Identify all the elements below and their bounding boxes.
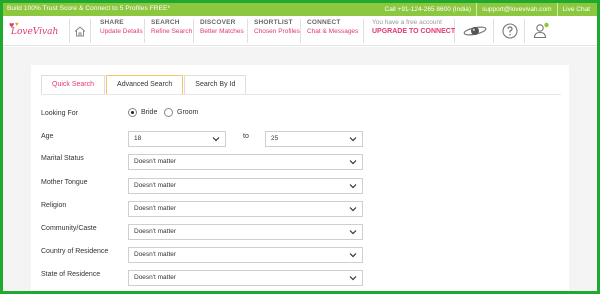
nav-discover[interactable]: DISCOVER Better Matches: [195, 19, 248, 43]
chevron-down-icon: [349, 184, 357, 189]
tab-search-by-id[interactable]: Search By Id: [184, 75, 247, 95]
nav-shortlist[interactable]: SHORTLIST Chosen Profiles: [249, 19, 301, 43]
age-to-select[interactable]: 25: [265, 131, 363, 147]
radio-groom-dot[interactable]: [164, 108, 173, 117]
help-button[interactable]: [495, 19, 525, 43]
religion-label: Religion: [41, 202, 67, 209]
state-residence-label: State of Residence: [41, 271, 101, 278]
country-residence-value: Doesn't matter: [134, 251, 177, 258]
country-residence-select[interactable]: Doesn't matter: [128, 247, 363, 263]
upgrade-label: UPGRADE TO CONNECT: [372, 28, 456, 35]
state-residence-value: Doesn't matter: [134, 274, 177, 281]
planet-button[interactable]: [456, 19, 494, 43]
nav-discover-title: DISCOVER: [200, 19, 236, 26]
phone-link[interactable]: Call +91-124-265 8600 (India): [380, 3, 477, 16]
nav-search-title: SEARCH: [151, 19, 180, 26]
age-from-value: 18: [134, 135, 142, 142]
nav-connect[interactable]: CONNECT Chat & Messages: [302, 19, 364, 43]
age-from-select[interactable]: 18: [128, 131, 226, 147]
looking-for-group: Bride Groom: [128, 108, 228, 120]
live-chat-link[interactable]: Live Chat: [556, 3, 595, 16]
religion-value: Doesn't matter: [134, 205, 177, 212]
chevron-down-icon: [349, 137, 357, 142]
site-logo[interactable]: ♥ ♥ LoveVivah: [7, 20, 61, 42]
radio-groom[interactable]: Groom: [164, 108, 198, 117]
community-caste-select[interactable]: Doesn't matter: [128, 224, 363, 240]
app-frame: Build 100% Trust Score & Connect to 5 Pr…: [0, 0, 600, 294]
nav-search-sub: Refine Search: [151, 28, 193, 35]
profile-button[interactable]: [526, 19, 556, 43]
radio-bride[interactable]: Bride: [128, 108, 157, 117]
nav-search[interactable]: SEARCH Refine Search: [146, 19, 194, 43]
radio-bride-label: Bride: [141, 109, 158, 116]
online-status-dot: [544, 22, 549, 28]
community-caste-value: Doesn't matter: [134, 228, 177, 235]
marital-status-value: Doesn't matter: [134, 158, 177, 165]
tab-advanced-search[interactable]: Advanced Search: [106, 75, 184, 95]
radio-bride-dot[interactable]: [128, 108, 137, 117]
top-contacts: Call +91-124-265 8600 (India) support@lo…: [380, 3, 595, 16]
nav-share[interactable]: SHARE Update Details: [95, 19, 145, 43]
main-header: ♥ ♥ LoveVivah SHARE Update Details SEARC…: [3, 16, 597, 46]
looking-for-label: Looking For: [41, 110, 78, 117]
home-icon: [74, 25, 86, 36]
religion-select[interactable]: Doesn't matter: [128, 201, 363, 217]
mother-tongue-label: Mother Tongue: [41, 179, 88, 186]
chevron-down-icon: [349, 253, 357, 258]
age-to-label: to: [243, 133, 249, 140]
content-area: Quick Search Advanced Search Search By I…: [3, 47, 597, 291]
chevron-down-icon: [349, 160, 357, 165]
planet-icon: [463, 26, 486, 36]
state-residence-select[interactable]: Doesn't matter: [128, 270, 363, 286]
marital-status-select[interactable]: Doesn't matter: [128, 154, 363, 170]
tab-quick-search[interactable]: Quick Search: [41, 75, 106, 95]
home-button[interactable]: [69, 19, 91, 43]
community-caste-label: Community/Caste: [41, 225, 97, 232]
promo-text[interactable]: Build 100% Trust Score & Connect to 5 Pr…: [7, 5, 170, 12]
chevron-down-icon: [349, 230, 357, 235]
mother-tongue-value: Doesn't matter: [134, 182, 177, 189]
nav-shortlist-sub: Chosen Profiles: [254, 28, 300, 35]
mother-tongue-select[interactable]: Doesn't matter: [128, 178, 363, 194]
nav-shortlist-title: SHORTLIST: [254, 19, 293, 26]
nav-connect-sub: Chat & Messages: [307, 28, 359, 35]
radio-groom-label: Groom: [177, 109, 199, 116]
search-tabs: Quick Search Advanced Search Search By I…: [41, 75, 247, 95]
help-icon: [501, 23, 518, 39]
age-to-value: 25: [271, 135, 279, 142]
age-label: Age: [41, 133, 54, 140]
tab-divider: [41, 94, 561, 95]
nav-discover-sub: Better Matches: [200, 28, 244, 35]
account-status: You have a free account: [372, 19, 442, 26]
search-panel: Quick Search Advanced Search Search By I…: [31, 65, 569, 291]
nav-share-title: SHARE: [100, 19, 124, 26]
marital-status-label: Marital Status: [41, 155, 84, 162]
country-residence-label: Country of Residence: [41, 248, 109, 255]
chevron-down-icon: [349, 207, 357, 212]
top-strip: Build 100% Trust Score & Connect to 5 Pr…: [3, 3, 597, 16]
nav-share-sub: Update Details: [100, 28, 143, 35]
chevron-down-icon: [212, 137, 220, 142]
user-icon: [533, 22, 549, 39]
email-link[interactable]: support@lovevivah.com: [476, 3, 556, 16]
logo-text: LoveVivah: [11, 27, 59, 37]
upgrade-button[interactable]: You have a free account UPGRADE TO CONNE…: [365, 19, 455, 43]
nav-connect-title: CONNECT: [307, 19, 341, 26]
chevron-down-icon: [349, 276, 357, 281]
